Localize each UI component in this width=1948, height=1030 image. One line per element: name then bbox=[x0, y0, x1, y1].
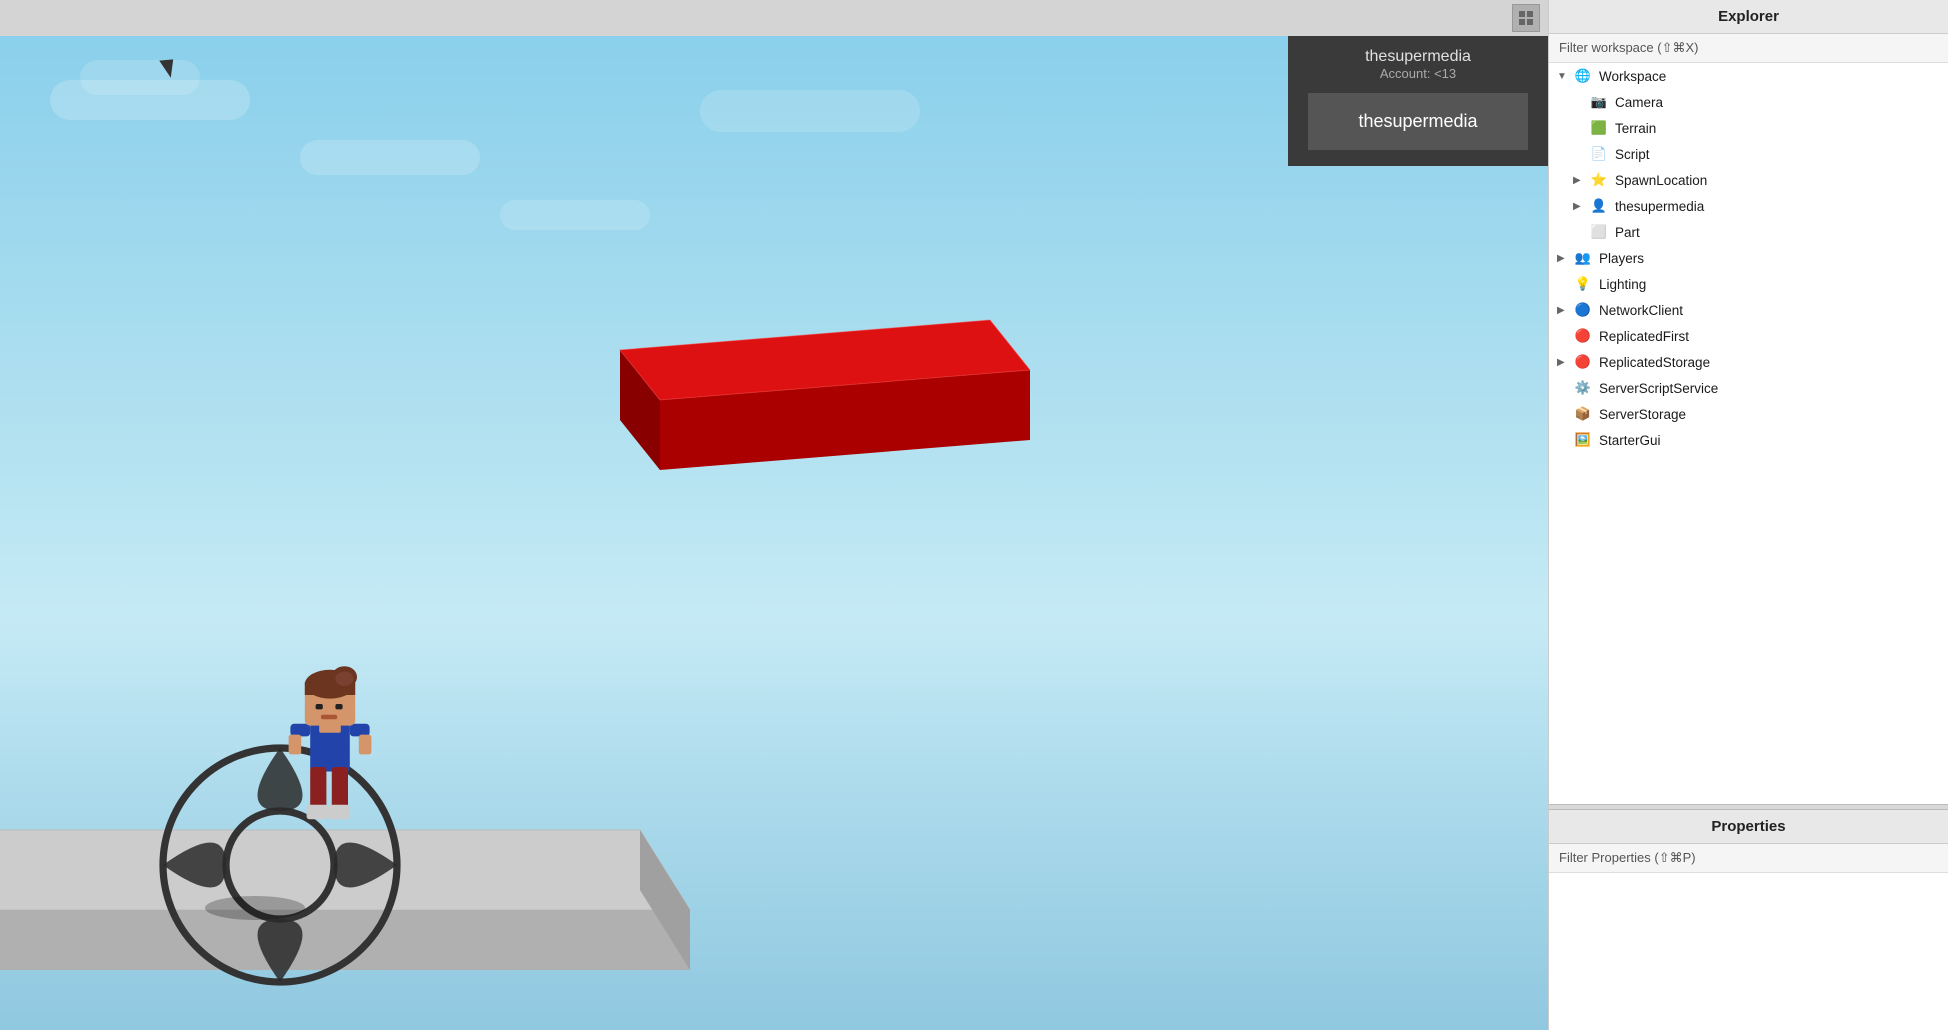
viewport-icon[interactable] bbox=[1512, 4, 1540, 32]
gui-icon: 🖼️ bbox=[1573, 430, 1593, 450]
tree-item-thesupermedia[interactable]: ▶👤 thesupermedia bbox=[1549, 193, 1948, 219]
properties-filter[interactable]: Filter Properties (⇧⌘P) bbox=[1549, 844, 1948, 873]
tree-item-networkclient[interactable]: ▶🔵 NetworkClient bbox=[1549, 297, 1948, 323]
tree-item-script[interactable]: 📄 Script bbox=[1549, 141, 1948, 167]
tree-label-part: Part bbox=[1615, 225, 1640, 240]
tree-label-camera: Camera bbox=[1615, 95, 1663, 110]
tree-label-serverstorage: ServerStorage bbox=[1599, 407, 1686, 422]
tree-item-serverstorage[interactable]: 📦 ServerStorage bbox=[1549, 401, 1948, 427]
tree-item-replicatedstorage[interactable]: ▶🔴 ReplicatedStorage bbox=[1549, 349, 1948, 375]
tree-label-startergui: StarterGui bbox=[1599, 433, 1661, 448]
player-icon: 👤 bbox=[1589, 196, 1609, 216]
tree-item-camera[interactable]: 📷 Camera bbox=[1549, 89, 1948, 115]
tree-label-workspace: Workspace bbox=[1599, 69, 1666, 84]
network-icon: 🔵 bbox=[1573, 300, 1593, 320]
tree-label-replicatedfirst: ReplicatedFirst bbox=[1599, 329, 1689, 344]
tree-item-replicatedfirst[interactable]: 🔴 ReplicatedFirst bbox=[1549, 323, 1948, 349]
tree-label-script: Script bbox=[1615, 147, 1650, 162]
properties-content bbox=[1549, 873, 1948, 1030]
explorer-filter[interactable]: Filter workspace (⇧⌘X) bbox=[1549, 34, 1948, 63]
character bbox=[280, 650, 380, 830]
tree-container[interactable]: ▼🌐Workspace📷Camera🟩Terrain📄Script▶⭐Spawn… bbox=[1549, 63, 1948, 804]
tree-label-spawnlocation: SpawnLocation bbox=[1615, 173, 1707, 188]
replicated-icon: 🔴 bbox=[1573, 352, 1593, 372]
tree-label-players: Players bbox=[1599, 251, 1644, 266]
viewport[interactable]: thesupermedia Account: <13 thesupermedia bbox=[0, 0, 1548, 1030]
tree-arrow-replicatedstorage[interactable]: ▶ bbox=[1557, 357, 1571, 368]
red-brick bbox=[580, 310, 1030, 470]
properties-section: Properties Filter Properties (⇧⌘P) bbox=[1549, 810, 1948, 1030]
tree-label-thesupermedia: thesupermedia bbox=[1615, 199, 1704, 214]
replicated-icon: 🔴 bbox=[1573, 326, 1593, 346]
players-icon: 👥 bbox=[1573, 248, 1593, 268]
tree-item-part[interactable]: ⬜ Part bbox=[1549, 219, 1948, 245]
tree-label-replicatedstorage: ReplicatedStorage bbox=[1599, 355, 1710, 370]
globe-icon: 🌐 bbox=[1573, 66, 1593, 86]
tree-item-players[interactable]: ▶👥 Players bbox=[1549, 245, 1948, 271]
tree-item-startergui[interactable]: 🖼️ StarterGui bbox=[1549, 427, 1948, 453]
tree-label-networkclient: NetworkClient bbox=[1599, 303, 1683, 318]
tree-arrow-workspace[interactable]: ▼ bbox=[1557, 71, 1571, 82]
tree-item-terrain[interactable]: 🟩 Terrain bbox=[1549, 115, 1948, 141]
tree-arrow-spawnlocation[interactable]: ▶ bbox=[1573, 175, 1587, 186]
right-panel: Explorer Filter workspace (⇧⌘X) ▼🌐 Worksp… bbox=[1548, 0, 1948, 1030]
tree-arrow-networkclient[interactable]: ▶ bbox=[1557, 305, 1571, 316]
properties-header: Properties bbox=[1549, 810, 1948, 844]
part-icon: ⬜ bbox=[1589, 222, 1609, 242]
storage-icon: 📦 bbox=[1573, 404, 1593, 424]
cursor bbox=[159, 59, 175, 78]
terrain-icon: 🟩 bbox=[1589, 118, 1609, 138]
tree-arrow-players[interactable]: ▶ bbox=[1557, 253, 1571, 264]
spawn-icon: ⭐ bbox=[1589, 170, 1609, 190]
viewport-top-bar bbox=[0, 0, 1548, 36]
explorer-header: Explorer bbox=[1549, 0, 1948, 34]
tree-item-workspace[interactable]: ▼🌐 Workspace bbox=[1549, 63, 1948, 89]
service-icon: ⚙️ bbox=[1573, 378, 1593, 398]
tree-item-lighting[interactable]: 💡 Lighting bbox=[1549, 271, 1948, 297]
tree-arrow-thesupermedia[interactable]: ▶ bbox=[1573, 201, 1587, 212]
user-popup: thesupermedia Account: <13 thesupermedia bbox=[1288, 36, 1548, 166]
user-popup-username: thesupermedia bbox=[1308, 48, 1528, 66]
tree-item-serverscriptservice[interactable]: ⚙️ ServerScriptService bbox=[1549, 375, 1948, 401]
tree-label-lighting: Lighting bbox=[1599, 277, 1646, 292]
user-popup-account: Account: <13 bbox=[1308, 66, 1528, 81]
lighting-icon: 💡 bbox=[1573, 274, 1593, 294]
camera-icon: 📷 bbox=[1589, 92, 1609, 112]
tree-label-serverscriptservice: ServerScriptService bbox=[1599, 381, 1718, 396]
user-popup-button[interactable]: thesupermedia bbox=[1308, 93, 1528, 150]
explorer-section: Explorer Filter workspace (⇧⌘X) ▼🌐 Worksp… bbox=[1549, 0, 1948, 804]
script-icon: 📄 bbox=[1589, 144, 1609, 164]
tree-label-terrain: Terrain bbox=[1615, 121, 1656, 136]
tree-item-spawnlocation[interactable]: ▶⭐ SpawnLocation bbox=[1549, 167, 1948, 193]
